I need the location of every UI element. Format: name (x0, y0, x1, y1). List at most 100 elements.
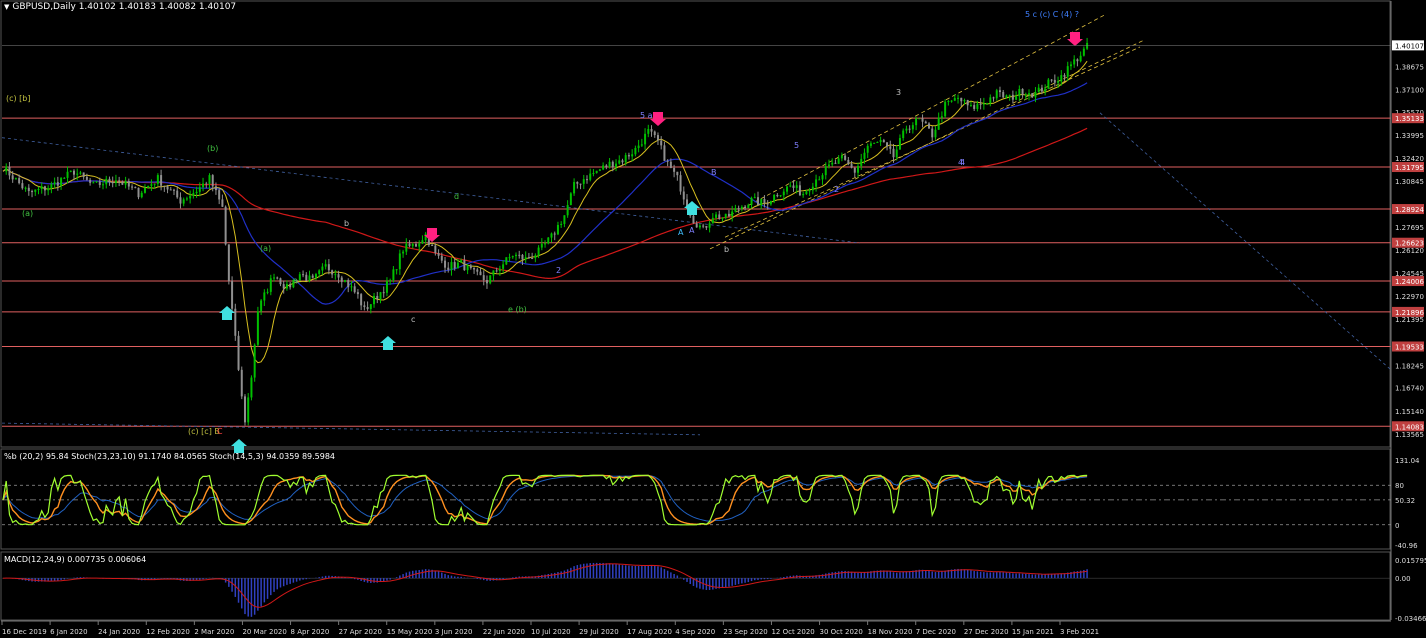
candle-body (247, 397, 250, 423)
candle-body (595, 170, 598, 173)
candle-body (834, 162, 837, 164)
candle-body (311, 275, 314, 278)
candle-body (356, 292, 359, 295)
candle-body (85, 177, 88, 180)
candle-body (373, 295, 376, 305)
candle-body (1024, 94, 1027, 96)
candle-body (763, 199, 766, 204)
ma-mid-line (2, 82, 1088, 305)
candles (5, 37, 1089, 426)
oscillator-panel: 131.04 80 50.32 0 -40.96 (2, 457, 1420, 550)
candle-body (69, 170, 72, 172)
candle-body (269, 278, 272, 292)
candle-body (544, 243, 547, 245)
candle-body (305, 274, 308, 281)
candle-body (992, 97, 995, 99)
price-tick-label: 1.32420 (1395, 155, 1424, 163)
candle-body (779, 195, 782, 197)
dropdown-triangle-icon[interactable]: ▼ (4, 3, 9, 11)
candle-body (627, 155, 630, 157)
wave-label: (c) [c] B (188, 427, 220, 436)
candle-body (192, 193, 195, 196)
candle-body (611, 161, 614, 168)
candle-body (211, 175, 214, 187)
candle-body (573, 182, 576, 194)
candle-body (143, 187, 146, 193)
candle-body (118, 180, 121, 182)
level-label: 1.21896 (1395, 309, 1424, 317)
candle-body (347, 280, 350, 288)
channel-lower (709, 39, 1146, 250)
candle-body (973, 105, 976, 109)
candle-body (450, 262, 453, 270)
candle-body (179, 197, 182, 204)
candle-body (953, 98, 956, 101)
candle-body (860, 158, 863, 166)
candle-body (340, 277, 343, 282)
arrow-up-icon (231, 439, 247, 453)
wave-label: b (344, 219, 349, 228)
time-tick-label: 27 Dec 2020 (964, 628, 1009, 636)
candle-body (1060, 75, 1063, 82)
ma-fast-line (2, 60, 1088, 364)
time-tick-label: 8 Apr 2020 (291, 628, 330, 636)
candle-body (437, 253, 440, 256)
level-label: 1.26623 (1395, 240, 1424, 248)
candle-body (669, 161, 672, 169)
candle-body (521, 254, 524, 260)
candle-body (966, 100, 969, 106)
candle-body (453, 262, 456, 269)
candle-body (102, 184, 105, 186)
channel-upper (729, 14, 1106, 216)
candle-body (279, 278, 282, 285)
time-tick-label: 22 Jun 2020 (483, 628, 525, 636)
chart-canvas[interactable]: (c) [b](a)(b)(a)bdAace (b)5 aB5A43245 c … (0, 0, 1426, 638)
time-tick-label: 16 Dec 2019 (2, 628, 47, 636)
candle-body (640, 144, 643, 146)
candle-body (605, 165, 608, 168)
candle-body (444, 260, 447, 268)
candle-body (34, 189, 37, 192)
candle-body (27, 187, 30, 192)
candle-body (40, 186, 43, 189)
candle-body (853, 167, 856, 173)
candle-body (760, 199, 763, 206)
macd-tick-label: 0.00 (1395, 575, 1411, 583)
candle-body (795, 185, 798, 188)
candle-body (302, 274, 305, 276)
candle-body (256, 311, 259, 345)
candle-body (463, 260, 466, 271)
candle-body (21, 183, 24, 189)
candle-body (366, 307, 369, 310)
candle-body (398, 253, 401, 270)
candle-body (711, 217, 714, 224)
macd-signal-line (2, 563, 1088, 608)
candle-body (8, 166, 11, 176)
time-tick-label: 12 Oct 2020 (771, 628, 814, 636)
time-tick-label: 10 Jul 2020 (531, 628, 571, 636)
candle-body (940, 116, 943, 118)
candle-body (395, 269, 398, 271)
candle-body (447, 267, 450, 270)
candle-body (615, 163, 618, 168)
candle-body (72, 170, 75, 175)
candle-body (214, 186, 217, 191)
candle-body (314, 274, 317, 278)
moving-averages (2, 60, 1088, 364)
wave-label: c (411, 315, 415, 324)
candle-body (979, 103, 982, 105)
candle-body (1073, 59, 1076, 65)
wave-label: b (724, 245, 729, 254)
arrow-down-icon (1067, 32, 1083, 46)
candle-body (189, 195, 192, 199)
level-label: 1.19533 (1395, 344, 1424, 352)
candle-body (147, 185, 150, 188)
candle-body (327, 264, 330, 271)
candle-body (995, 90, 998, 99)
time-tick-label: 20 Mar 2020 (242, 628, 286, 636)
candle-body (298, 274, 301, 281)
candle-body (176, 190, 179, 198)
price-tick-label: 1.37100 (1395, 86, 1424, 94)
candle-body (827, 164, 830, 167)
candle-body (673, 168, 676, 172)
